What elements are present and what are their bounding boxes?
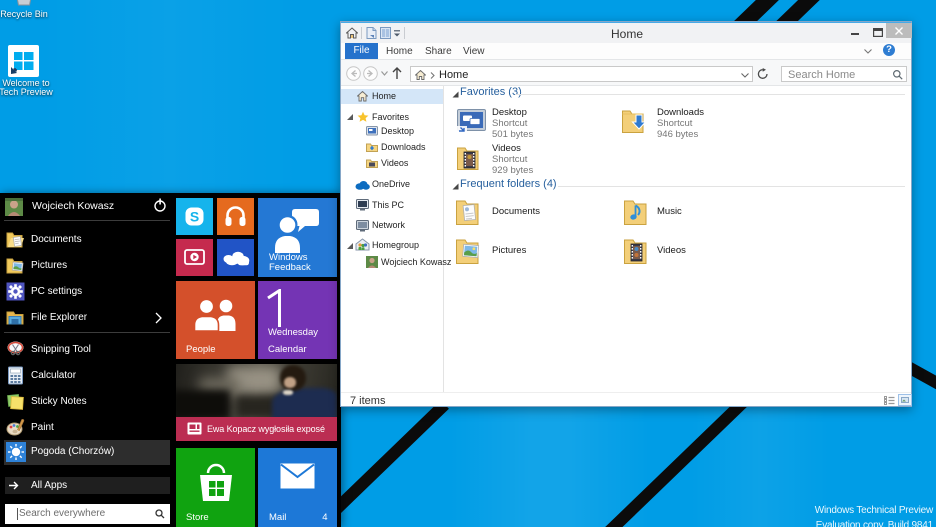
svg-text:S: S (190, 209, 199, 225)
